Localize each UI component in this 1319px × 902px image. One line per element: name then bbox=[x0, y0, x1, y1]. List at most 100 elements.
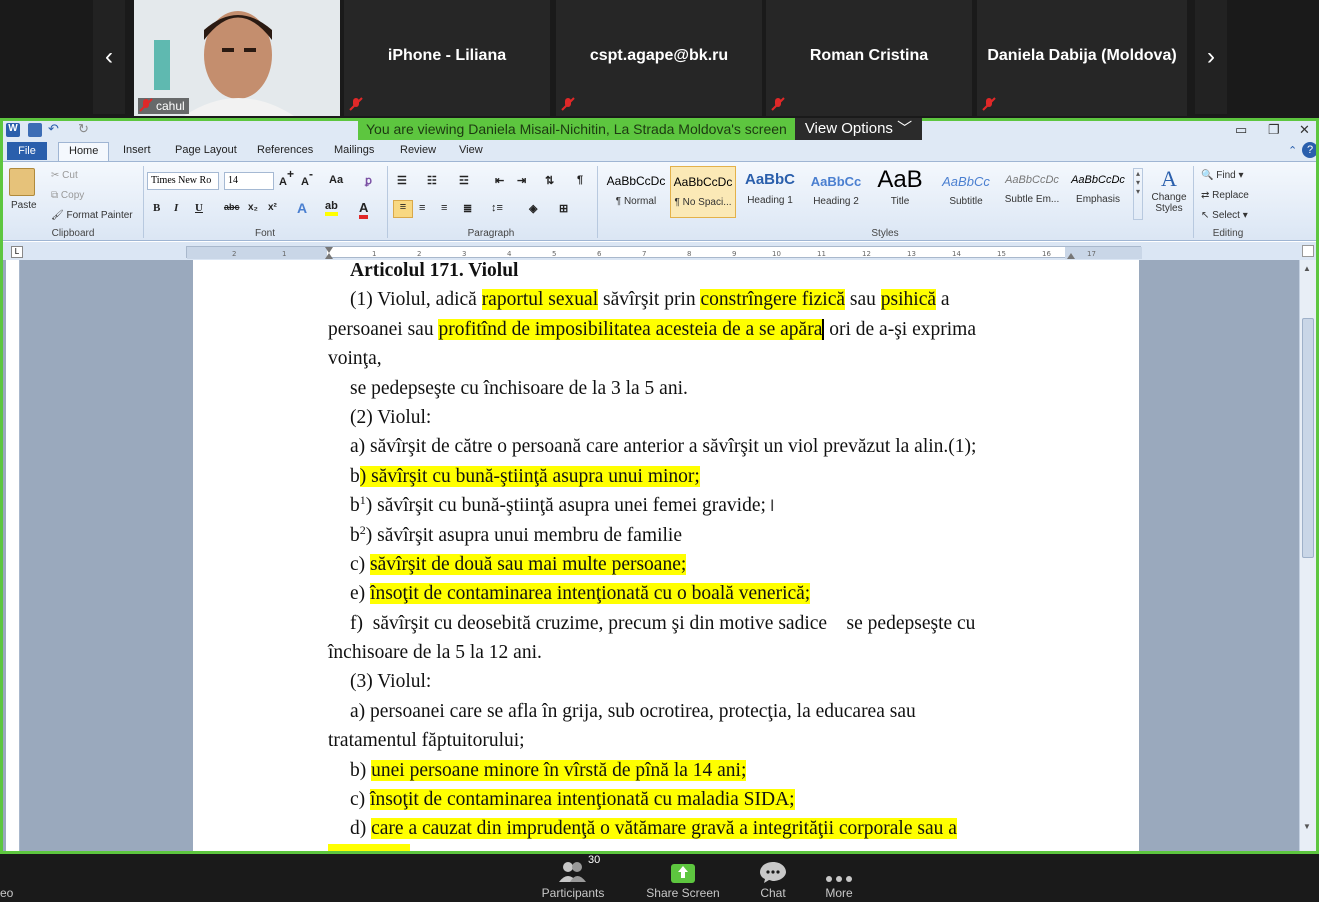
participant-tile[interactable]: iPhone - Liliana bbox=[344, 0, 550, 116]
restore-icon[interactable]: ❐ bbox=[1268, 122, 1280, 138]
participant-video-tile[interactable]: cahul bbox=[134, 0, 340, 116]
style-subtle-emphasis[interactable]: AaBbCcDc Subtle Em... bbox=[999, 166, 1065, 218]
numbering-icon[interactable]: ☷ bbox=[427, 174, 437, 187]
tab-insert[interactable]: Insert bbox=[123, 144, 151, 156]
change-case-icon[interactable]: Aa bbox=[329, 174, 343, 186]
paste-button[interactable]: Paste bbox=[9, 168, 39, 226]
help-icon[interactable]: ? bbox=[1302, 142, 1316, 158]
participant-tile[interactable]: Roman Cristina bbox=[766, 0, 972, 116]
decrease-indent-icon[interactable]: ⇤ bbox=[495, 174, 504, 187]
font-color-icon[interactable]: A bbox=[359, 200, 369, 219]
styles-scroll-icon[interactable]: ▴ ▾ ▾ bbox=[1133, 168, 1143, 220]
paragraph-line: persoanei sau profitînd de imposibilitat… bbox=[328, 318, 976, 340]
copy-button[interactable]: ⧉ Copy bbox=[51, 190, 84, 201]
style-heading-2[interactable]: AaBbCc Heading 2 bbox=[803, 166, 869, 218]
style-normal[interactable]: AaBbCcDc ¶ Normal bbox=[603, 166, 669, 218]
paragraph-line bbox=[328, 843, 1068, 851]
scroll-thumb[interactable] bbox=[1302, 318, 1314, 558]
multilevel-list-icon[interactable]: ☲ bbox=[459, 174, 469, 187]
minimize-icon[interactable]: ▭ bbox=[1235, 122, 1247, 138]
close-icon[interactable]: ✕ bbox=[1299, 122, 1310, 138]
share-screen-icon bbox=[671, 864, 695, 883]
paragraph-line: voinţa, bbox=[328, 348, 382, 370]
underline-icon[interactable]: U bbox=[195, 202, 203, 214]
tab-mailings[interactable]: Mailings bbox=[334, 144, 374, 156]
paragraph-line: tratamentul făptuitorului; bbox=[328, 730, 525, 752]
paragraph-line: b1) săvîrşit cu bună-ştiinţă asupra unei… bbox=[350, 493, 775, 517]
tab-page-layout[interactable]: Page Layout bbox=[175, 144, 237, 156]
undo-icon[interactable]: ↶ bbox=[48, 122, 62, 137]
italic-icon[interactable]: I bbox=[174, 202, 178, 214]
format-painter-button[interactable]: 🖌 Format Painter bbox=[51, 210, 133, 221]
bullets-icon[interactable]: ☰ bbox=[397, 174, 407, 187]
style-title[interactable]: AaB Title bbox=[867, 166, 933, 218]
tab-view[interactable]: View bbox=[459, 144, 483, 156]
document-area: Articolul 171. Violul (1) Violul, adică … bbox=[3, 260, 1316, 851]
style-subtitle[interactable]: AaBbCc Subtitle bbox=[933, 166, 999, 218]
cut-button[interactable]: ✂ Cut bbox=[51, 170, 78, 181]
participants-count-badge: 30 bbox=[588, 854, 601, 866]
vertical-ruler[interactable] bbox=[6, 260, 20, 851]
grow-font-icon[interactable]: A+ bbox=[279, 168, 294, 188]
scroll-up-icon[interactable]: ▲ bbox=[1303, 264, 1311, 273]
paragraph-line: se pedepseşte cu închisoare de la 3 la 5… bbox=[350, 377, 688, 399]
increase-indent-icon[interactable]: ⇥ bbox=[517, 174, 526, 187]
share-screen-button[interactable]: Share Screen bbox=[638, 854, 728, 900]
tab-selector-icon[interactable]: L bbox=[11, 246, 23, 258]
gallery-prev-button[interactable]: ‹ bbox=[93, 0, 125, 114]
view-options-label: View Options bbox=[804, 120, 893, 137]
align-right-icon[interactable]: ≡ bbox=[441, 202, 447, 214]
font-name-combo[interactable]: Times New Ro bbox=[147, 172, 219, 190]
pilcrow-icon[interactable]: ¶ bbox=[577, 174, 583, 186]
tab-references[interactable]: References bbox=[257, 144, 313, 156]
scroll-down-icon[interactable]: ▼ bbox=[1303, 822, 1311, 831]
shrink-font-icon[interactable]: A- bbox=[301, 168, 313, 188]
more-icon bbox=[826, 876, 852, 882]
clear-format-icon[interactable]: ꝑ bbox=[365, 174, 372, 187]
document-body[interactable]: Articolul 171. Violul (1) Violul, adică … bbox=[328, 260, 1068, 851]
paste-icon bbox=[9, 168, 35, 196]
replace-button[interactable]: ⇄ Replace bbox=[1201, 190, 1249, 201]
bold-icon[interactable]: B bbox=[153, 202, 160, 214]
participant-tile[interactable]: Daniela Dabija (Moldova) bbox=[977, 0, 1187, 116]
tab-home[interactable]: Home bbox=[58, 142, 110, 161]
participants-button[interactable]: Participants bbox=[528, 854, 618, 900]
strikethrough-icon[interactable]: abc bbox=[224, 202, 240, 212]
highlight-icon[interactable]: ab bbox=[325, 200, 338, 216]
more-button[interactable]: More bbox=[794, 854, 884, 900]
save-icon[interactable] bbox=[28, 123, 42, 137]
ibeam-cursor-icon: I bbox=[769, 496, 775, 516]
sort-icon[interactable]: ⇅ bbox=[545, 174, 554, 187]
subscript-icon[interactable]: x₂ bbox=[248, 202, 258, 213]
tab-review[interactable]: Review bbox=[400, 144, 436, 156]
article-heading: Articolul 171. Violul bbox=[350, 260, 519, 281]
ribbon-collapse-icon[interactable]: ⌃ bbox=[1288, 144, 1297, 157]
borders-icon[interactable]: ⊞ bbox=[559, 202, 568, 215]
change-styles-button[interactable]: A Change Styles bbox=[1149, 166, 1189, 214]
redo-icon[interactable]: ↻ bbox=[78, 122, 92, 137]
document-page[interactable]: Articolul 171. Violul (1) Violul, adică … bbox=[193, 260, 1139, 851]
text-effects-icon[interactable]: A bbox=[297, 200, 307, 216]
align-center-icon[interactable]: ≡ bbox=[419, 202, 425, 214]
find-button[interactable]: 🔍 Find ▾ bbox=[1201, 170, 1244, 181]
mic-muted-icon bbox=[349, 97, 363, 111]
superscript-icon[interactable]: x² bbox=[268, 202, 277, 213]
select-button[interactable]: ↖ Select ▾ bbox=[1201, 210, 1248, 221]
tab-file[interactable]: File bbox=[7, 142, 47, 160]
view-options-button[interactable]: View Options ﹀ bbox=[794, 118, 923, 140]
align-left-icon[interactable]: ≡ bbox=[393, 200, 413, 218]
gallery-next-button[interactable]: › bbox=[1195, 0, 1227, 114]
justify-icon[interactable]: ≣ bbox=[463, 202, 472, 215]
style-no-spacing[interactable]: AaBbCcDc ¶ No Spaci... bbox=[670, 166, 736, 218]
line-spacing-icon[interactable]: ↕≡ bbox=[491, 202, 503, 214]
font-size-combo[interactable]: 14 bbox=[224, 172, 274, 190]
style-emphasis[interactable]: AaBbCcDc Emphasis bbox=[1065, 166, 1131, 218]
style-heading-1[interactable]: AaBbC Heading 1 bbox=[737, 166, 803, 218]
shading-icon[interactable]: ◈ bbox=[529, 202, 537, 215]
paragraph-line: e) însoţit de contaminarea intenţionată … bbox=[350, 583, 811, 605]
paragraph-line: (1) Violul, adică raportul sexual săvîrş… bbox=[350, 289, 950, 311]
view-ruler-icon[interactable] bbox=[1302, 245, 1314, 257]
vertical-scrollbar[interactable]: ▲ ▼ bbox=[1299, 260, 1316, 851]
participant-tile[interactable]: cspt.agape@bk.ru bbox=[556, 0, 762, 116]
scissors-icon: ✂ bbox=[51, 170, 63, 181]
